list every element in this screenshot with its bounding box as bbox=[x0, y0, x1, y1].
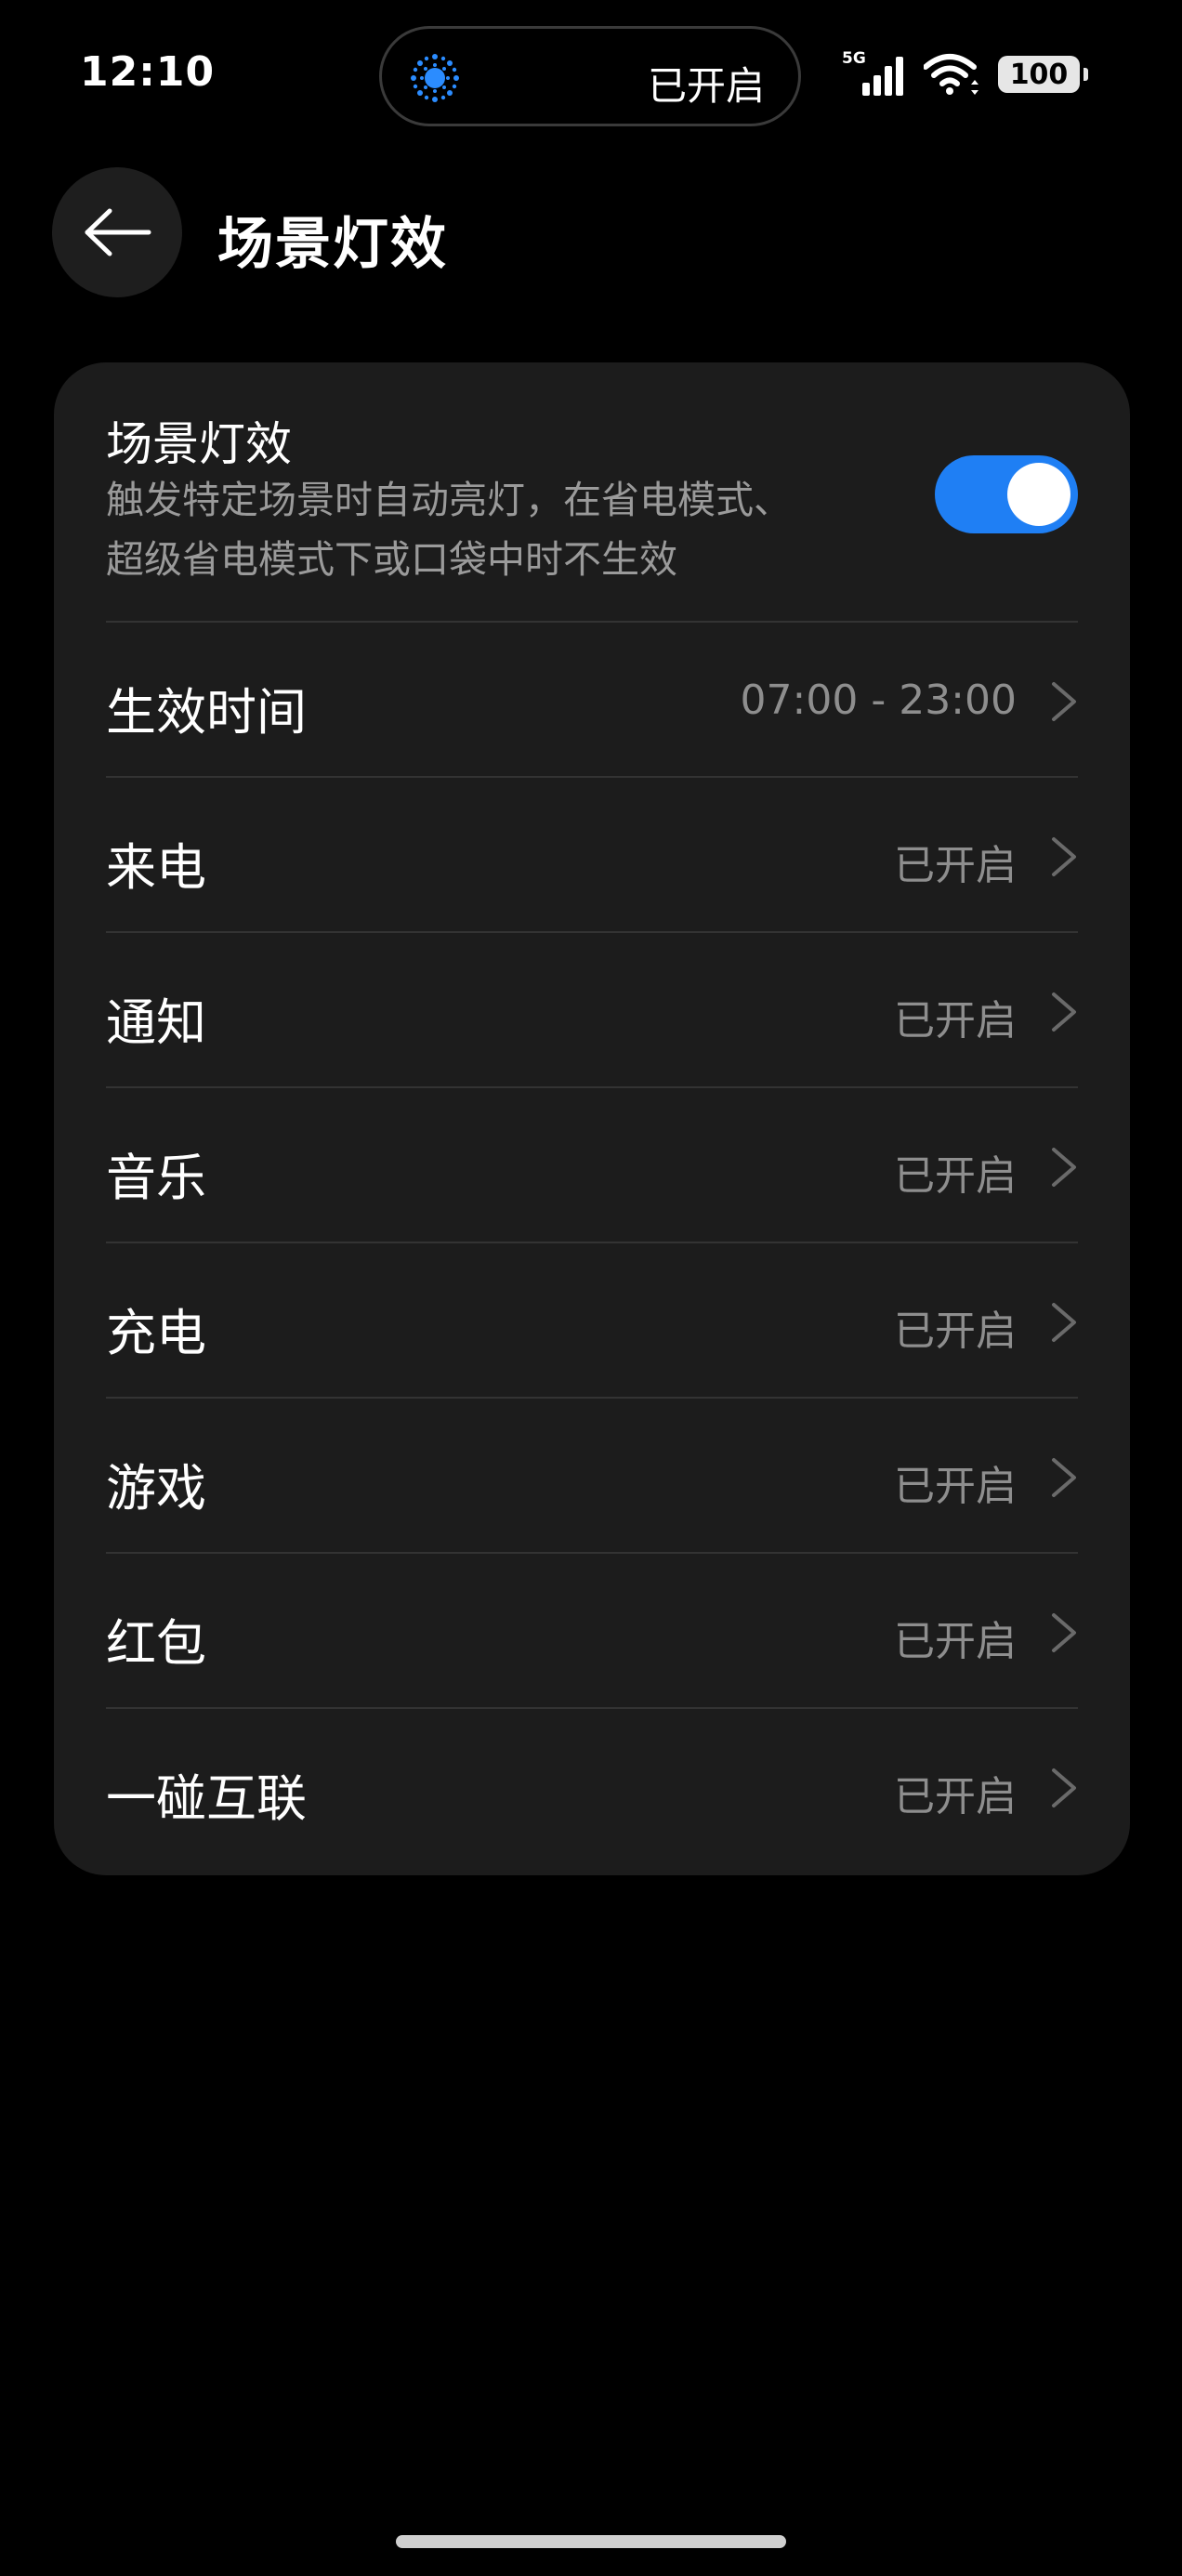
chevron-right-icon bbox=[1052, 992, 1076, 1032]
master-setting-description: 触发特定场景时自动亮灯，在省电模式、 超级省电模式下或口袋中时不生效 bbox=[106, 470, 905, 589]
arrow-left-icon bbox=[85, 208, 151, 256]
cellular-signal-icon: 5G bbox=[842, 49, 907, 99]
row-value: 已开启 bbox=[894, 1152, 1017, 1200]
description-line-2: 超级省电模式下或口袋中时不生效 bbox=[106, 537, 677, 582]
wifi-icon bbox=[924, 54, 978, 95]
settings-list: 生效时间 07:00 - 23:00 来电 已开启 通知 已开启 音乐 已开启 … bbox=[106, 621, 1078, 1862]
status-indicators: 5G 100 bbox=[842, 48, 1088, 100]
list-item-effective-time[interactable]: 生效时间 07:00 - 23:00 bbox=[106, 621, 1078, 776]
row-label: 游戏 bbox=[106, 1459, 206, 1518]
master-setting-title: 场景灯效 bbox=[106, 417, 292, 471]
list-item-notification[interactable]: 通知 已开启 bbox=[106, 931, 1078, 1086]
list-item-red-packet[interactable]: 红包 已开启 bbox=[106, 1552, 1078, 1707]
scene-light-master-setting[interactable]: 场景灯效 触发特定场景时自动亮灯，在省电模式、 超级省电模式下或口袋中时不生效 bbox=[106, 362, 1078, 621]
dynamic-island[interactable]: 已开启 bbox=[379, 26, 801, 126]
list-item-music[interactable]: 音乐 已开启 bbox=[106, 1086, 1078, 1242]
status-bar: 12:10 已开启 5G 100 bbox=[0, 0, 1182, 149]
row-label: 通知 bbox=[106, 993, 206, 1052]
row-value: 07:00 - 23:00 bbox=[740, 677, 1017, 724]
row-label: 红包 bbox=[106, 1614, 206, 1673]
settings-card: 场景灯效 触发特定场景时自动亮灯，在省电模式、 超级省电模式下或口袋中时不生效 … bbox=[54, 362, 1130, 1875]
row-value: 已开启 bbox=[894, 842, 1017, 889]
chevron-right-icon bbox=[1052, 1613, 1076, 1652]
list-item-charging[interactable]: 充电 已开启 bbox=[106, 1242, 1078, 1397]
battery-icon: 100 bbox=[998, 56, 1088, 93]
chevron-right-icon bbox=[1052, 1458, 1076, 1497]
home-indicator[interactable] bbox=[396, 2535, 786, 2548]
chevron-right-icon bbox=[1052, 1148, 1076, 1187]
chevron-right-icon bbox=[1052, 1303, 1076, 1342]
chevron-right-icon bbox=[1052, 682, 1076, 721]
row-value: 已开启 bbox=[894, 1463, 1017, 1510]
island-status-text: 已开启 bbox=[647, 63, 765, 109]
row-label: 音乐 bbox=[106, 1149, 206, 1207]
row-value: 已开启 bbox=[894, 1773, 1017, 1820]
back-button[interactable] bbox=[52, 167, 182, 297]
scene-light-toggle[interactable] bbox=[935, 455, 1078, 533]
row-label: 来电 bbox=[106, 838, 206, 897]
row-label: 一碰互联 bbox=[106, 1769, 307, 1828]
chevron-right-icon bbox=[1052, 837, 1076, 876]
network-type-label: 5G bbox=[842, 49, 866, 68]
light-effect-icon bbox=[411, 54, 459, 102]
chevron-right-icon bbox=[1052, 1768, 1076, 1807]
status-time: 12:10 bbox=[80, 48, 216, 96]
toggle-knob bbox=[1007, 463, 1070, 526]
list-item-incoming-call[interactable]: 来电 已开启 bbox=[106, 776, 1078, 931]
page-title: 场景灯效 bbox=[217, 212, 448, 277]
row-value: 已开启 bbox=[894, 1618, 1017, 1665]
row-value: 已开启 bbox=[894, 1308, 1017, 1355]
row-value: 已开启 bbox=[894, 997, 1017, 1045]
list-item-game[interactable]: 游戏 已开启 bbox=[106, 1397, 1078, 1552]
row-label: 充电 bbox=[106, 1304, 206, 1362]
list-item-tap-connect[interactable]: 一碰互联 已开启 bbox=[106, 1707, 1078, 1862]
description-line-1: 触发特定场景时自动亮灯，在省电模式、 bbox=[106, 478, 792, 522]
row-label: 生效时间 bbox=[106, 683, 307, 742]
